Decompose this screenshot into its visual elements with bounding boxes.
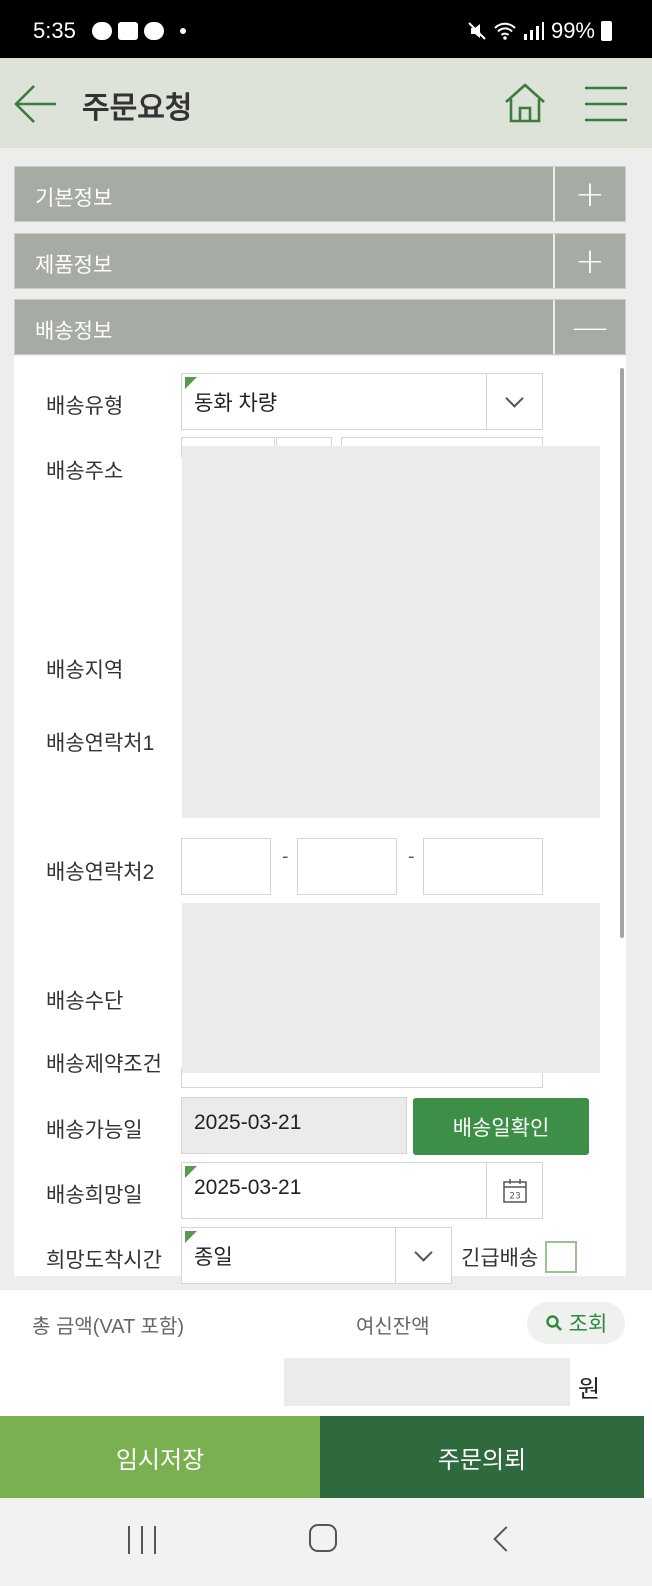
expand-plus-icon[interactable]: +: [553, 167, 625, 221]
home-nav-icon[interactable]: [309, 1524, 337, 1552]
notification-icons: [92, 20, 186, 42]
search-icon: [545, 1315, 562, 1331]
credit-balance-label: 여신잔액: [356, 1316, 430, 1338]
delivery-type-select[interactable]: 동화 차량: [181, 373, 543, 430]
back-nav-icon[interactable]: [493, 1526, 519, 1552]
scrollbar[interactable]: [620, 368, 624, 938]
battery-percent: 99%: [550, 18, 595, 43]
contact1-label: 배송연락처1: [46, 732, 155, 755]
hamburger-menu-icon[interactable]: [583, 84, 629, 124]
arrival-time-select[interactable]: 종일: [181, 1227, 452, 1284]
temp-save-button[interactable]: 임시저장: [0, 1416, 320, 1498]
recent-apps-icon[interactable]: [128, 1526, 156, 1554]
check-delivery-date-button[interactable]: 배송일확인: [413, 1098, 589, 1155]
desired-date-label: 배송희망일: [46, 1184, 143, 1207]
section-label: 기본정보: [35, 187, 113, 210]
query-button[interactable]: 조회: [527, 1302, 625, 1344]
method-label: 배송수단: [46, 990, 124, 1013]
action-bar: 임시저장 주문의뢰: [0, 1416, 652, 1498]
mute-icon: [468, 22, 486, 40]
section-label: 배송정보: [35, 320, 113, 343]
credit-balance-field: [284, 1358, 570, 1406]
masked-area-2: [182, 903, 600, 1073]
back-arrow-icon[interactable]: [12, 80, 60, 128]
section-label: 제품정보: [35, 254, 113, 277]
page-title: 주문요청: [82, 92, 193, 125]
form-content[interactable]: 기본정보 + 제품정보 + 배송정보 — 배송유형 동화 차량 배송주소 배송지…: [0, 148, 652, 1290]
home-icon[interactable]: [502, 80, 548, 126]
region-label: 배송지역: [46, 659, 124, 682]
arrival-time-label: 희망도착시간: [46, 1249, 162, 1272]
query-label: 조회: [568, 1313, 608, 1336]
delivery-type-value: 동화 차량: [194, 392, 278, 415]
available-date-value: 2025-03-21: [194, 1111, 302, 1134]
calendar-button[interactable]: 23: [486, 1163, 542, 1218]
address-label: 배송주소: [46, 460, 124, 483]
available-date-field: 2025-03-21: [181, 1097, 407, 1154]
battery-icon: [601, 21, 612, 41]
section-delivery-info[interactable]: 배송정보 —: [14, 299, 626, 355]
expand-plus-icon[interactable]: +: [553, 234, 625, 288]
dash-separator: -: [408, 846, 415, 867]
collapse-minus-icon[interactable]: —: [553, 300, 625, 354]
contact2-part2-input[interactable]: [297, 838, 397, 895]
talk-icon: [144, 22, 164, 40]
desired-date-value: 2025-03-21: [194, 1176, 302, 1199]
dropdown-button[interactable]: [486, 374, 542, 429]
svg-text:23: 23: [509, 1191, 520, 1201]
calendar-icon: 23: [502, 1178, 527, 1203]
masked-area: [182, 446, 600, 818]
urgent-delivery-checkbox[interactable]: [545, 1241, 577, 1273]
system-nav-bar: [0, 1498, 652, 1586]
totals-bar: 총 금액(VAT 포함) 여신잔액 조회 원: [0, 1290, 652, 1416]
contact2-label: 배송연락처2: [46, 861, 155, 884]
dot-icon: [180, 28, 186, 34]
arrival-time-value: 종일: [194, 1246, 233, 1269]
app-header: 주문요청: [0, 58, 652, 148]
constraint-label: 배송제약조건: [46, 1053, 162, 1076]
section-basic-info[interactable]: 기본정보 +: [14, 166, 626, 222]
signal-icon: [523, 22, 544, 40]
contact2-part1-input[interactable]: [181, 838, 271, 895]
total-amount-label: 총 금액(VAT 포함): [32, 1316, 184, 1338]
status-time: 5:35: [33, 18, 76, 43]
currency-unit: 원: [578, 1376, 601, 1403]
section-product-info[interactable]: 제품정보 +: [14, 233, 626, 289]
urgent-delivery-label: 긴급배송: [461, 1247, 539, 1270]
available-date-label: 배송가능일: [46, 1119, 143, 1142]
status-right: 99%: [467, 18, 612, 44]
contact2-part3-input[interactable]: [423, 838, 543, 895]
chat-icon: [92, 22, 112, 40]
delivery-type-label: 배송유형: [46, 395, 124, 418]
chevron-down-icon: [414, 1243, 433, 1262]
dropdown-button[interactable]: [395, 1228, 451, 1283]
dash-separator: -: [282, 846, 289, 867]
chevron-down-icon: [505, 389, 524, 408]
wifi-icon: [494, 22, 516, 40]
order-request-button[interactable]: 주문의뢰: [320, 1416, 644, 1498]
gallery-icon: [118, 22, 138, 40]
desired-date-input[interactable]: 2025-03-21 23: [181, 1162, 543, 1219]
status-bar: 5:35 99%: [0, 0, 652, 58]
